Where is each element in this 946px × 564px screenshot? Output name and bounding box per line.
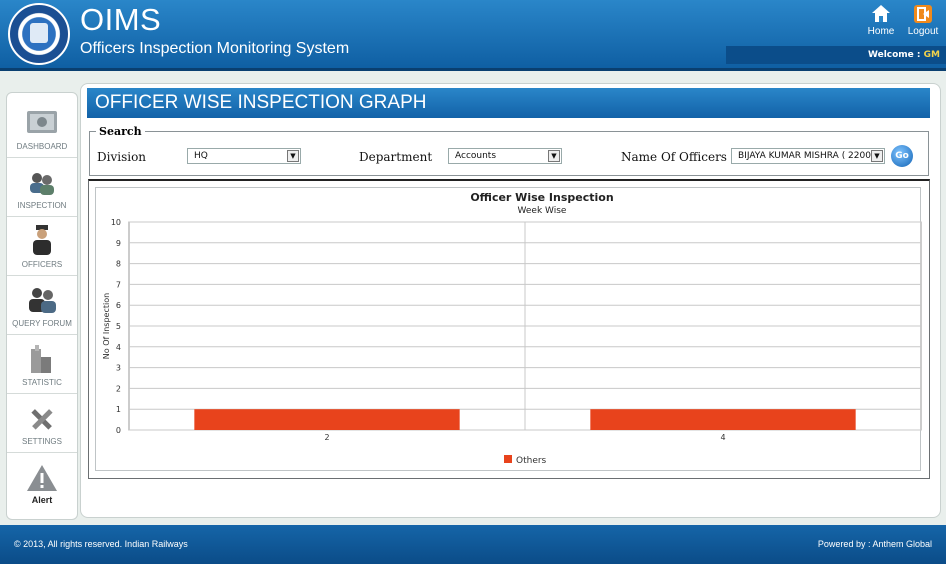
home-icon xyxy=(872,5,890,22)
inspection-icon xyxy=(30,173,54,195)
chart-container xyxy=(95,187,921,471)
officer-select[interactable]: BIJAYA KUMAR MISHRA ( 22001 ▼ xyxy=(731,148,885,164)
division-label: Division xyxy=(97,150,147,164)
sidebar-item-dashboard[interactable]: DASHBOARD xyxy=(7,99,77,158)
username: GM xyxy=(923,50,940,60)
search-legend: Search xyxy=(96,125,145,138)
sidebar-item-label: DASHBOARD xyxy=(16,142,68,151)
sidebar-item-statistic[interactable]: STATISTIC xyxy=(7,335,77,394)
sidebar-item-label: Alert xyxy=(31,495,53,505)
sidebar-item-officers[interactable]: OFFICERS xyxy=(7,217,77,276)
indian-railways-logo xyxy=(8,3,70,65)
sidebar-item-label: STATISTIC xyxy=(22,378,62,387)
chevron-down-icon[interactable]: ▼ xyxy=(871,150,883,162)
division-value: HQ xyxy=(194,151,208,161)
chevron-down-icon[interactable]: ▼ xyxy=(287,150,299,162)
department-value: Accounts xyxy=(455,151,497,161)
chevron-down-icon[interactable]: ▼ xyxy=(548,150,560,162)
officer-icon xyxy=(33,225,51,255)
sidebar-item-query-forum[interactable]: QUERY FORUM xyxy=(7,276,77,335)
settings-icon xyxy=(31,409,53,430)
sidebar-item-label: OFFICERS xyxy=(21,260,63,269)
statistic-icon xyxy=(31,345,51,373)
app-title: OIMS xyxy=(80,2,162,37)
alert-icon xyxy=(27,465,57,491)
home-label: Home xyxy=(867,26,895,37)
dashboard-icon xyxy=(27,111,57,133)
copyright-text: © 2013, All rights reserved. Indian Rail… xyxy=(14,539,188,549)
app-header: OIMS Officers Inspection Monitoring Syst… xyxy=(0,0,946,71)
go-button[interactable]: Go xyxy=(891,145,913,167)
app-footer: © 2013, All rights reserved. Indian Rail… xyxy=(0,525,946,564)
sidebar-item-label: QUERY FORUM xyxy=(12,319,72,328)
powered-by-text: Powered by : Anthem Global xyxy=(817,539,932,549)
logout-button[interactable]: Logout xyxy=(905,4,941,37)
sidebar-item-settings[interactable]: SETTINGS xyxy=(7,394,77,453)
sidebar-item-label: INSPECTION xyxy=(17,201,67,210)
department-label: Department xyxy=(359,150,433,164)
department-select[interactable]: Accounts ▼ xyxy=(448,148,562,164)
logout-label: Logout xyxy=(907,26,939,37)
welcome-bar: Welcome : GM xyxy=(726,46,946,64)
division-select[interactable]: HQ ▼ xyxy=(187,148,301,164)
query-forum-icon xyxy=(29,288,56,313)
officer-label: Name Of Officers xyxy=(621,150,727,164)
home-button[interactable]: Home xyxy=(863,4,899,37)
app-subtitle: Officers Inspection Monitoring System xyxy=(80,40,350,57)
officer-value: BIJAYA KUMAR MISHRA ( 22001 xyxy=(738,151,877,161)
sidebar: DASHBOARD INSPECTION OFFICERS QUERY FORU… xyxy=(6,92,78,520)
logout-icon xyxy=(914,5,932,23)
welcome-label: Welcome : xyxy=(867,50,921,60)
sidebar-item-inspection[interactable]: INSPECTION xyxy=(7,158,77,217)
sidebar-item-label: SETTINGS xyxy=(21,437,62,446)
page-title: OFFICER WISE INSPECTION GRAPH xyxy=(87,88,930,118)
sidebar-item-alert[interactable]: Alert xyxy=(7,453,77,511)
